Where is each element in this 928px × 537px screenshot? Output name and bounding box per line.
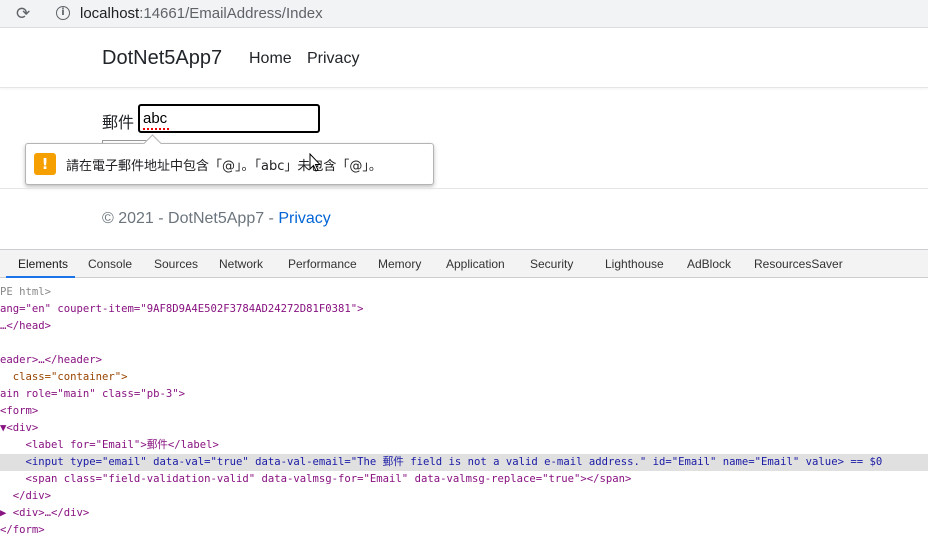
address-bar: ⟳ i localhost:14661/EmailAddress/Index	[0, 0, 928, 28]
dom-line[interactable]: class="container">	[0, 369, 928, 386]
nav-home-link[interactable]: Home	[249, 50, 292, 68]
tab-application[interactable]: Application	[446, 257, 505, 271]
dom-line[interactable]: <label for="Email">郵件</label>	[0, 437, 928, 454]
dom-line[interactable]: ▼<div>	[0, 420, 928, 437]
url-path: :14661/EmailAddress/Index	[139, 4, 323, 22]
devtools-panel: Elements Console Sources Network Perform…	[0, 249, 928, 537]
dom-line[interactable]	[0, 335, 928, 352]
tab-adblock[interactable]: AdBlock	[687, 257, 731, 271]
active-tab-indicator	[6, 276, 75, 278]
validation-message: 請在電子郵件地址中包含「@」。「abc」未包含「@」。	[66, 158, 382, 174]
navbar: DotNet5App7 Home Privacy	[0, 30, 928, 88]
tab-elements[interactable]: Elements	[18, 257, 68, 271]
footer-divider	[0, 188, 928, 189]
reload-icon[interactable]: ⟳	[16, 5, 30, 22]
warning-icon: !	[34, 153, 56, 175]
tab-performance[interactable]: Performance	[288, 257, 357, 271]
devtools-tabbar: Elements Console Sources Network Perform…	[0, 250, 928, 278]
tab-console[interactable]: Console	[88, 257, 132, 271]
tab-sources[interactable]: Sources	[154, 257, 198, 271]
footer-copyright: © 2021 - DotNet5App7 -	[102, 210, 279, 227]
spellcheck-underline	[143, 127, 169, 130]
dom-line[interactable]: </div>	[0, 488, 928, 505]
dom-line[interactable]: <span class="field-validation-valid" dat…	[0, 471, 928, 488]
tab-resourcessaver[interactable]: ResourcesSaver	[754, 257, 843, 271]
dom-line[interactable]: <form>	[0, 403, 928, 420]
info-icon[interactable]: i	[56, 6, 70, 20]
dom-line[interactable]: ain role="main" class="pb-3">	[0, 386, 928, 403]
nav-privacy-link[interactable]: Privacy	[307, 50, 359, 68]
omnibox[interactable]: i localhost:14661/EmailAddress/Index	[44, 0, 928, 26]
dom-tree: PE html> ang="en" coupert-item="9AF8D9A4…	[0, 284, 928, 537]
mouse-cursor-icon	[309, 153, 321, 172]
validation-tooltip: ! 請在電子郵件地址中包含「@」。「abc」未包含「@」。	[25, 143, 434, 185]
tab-memory[interactable]: Memory	[378, 257, 421, 271]
url-host: localhost	[80, 4, 140, 22]
dom-line[interactable]: PE html>	[0, 284, 928, 301]
footer: © 2021 - DotNet5App7 - Privacy	[102, 210, 331, 228]
tab-security[interactable]: Security	[530, 257, 573, 271]
dom-line[interactable]: …</head>	[0, 318, 928, 335]
tab-lighthouse[interactable]: Lighthouse	[605, 257, 664, 271]
dom-line[interactable]: eader>…</header>	[0, 352, 928, 369]
footer-privacy-link[interactable]: Privacy	[278, 210, 330, 227]
email-label: 郵件	[102, 113, 135, 132]
brand-link[interactable]: DotNet5App7	[102, 47, 222, 70]
dom-line-selected[interactable]: <input type="email" data-val="true" data…	[0, 454, 928, 471]
dom-line[interactable]: ang="en" coupert-item="9AF8D9A4E502F3784…	[0, 301, 928, 318]
url-text[interactable]: localhost:14661/EmailAddress/Index	[80, 5, 323, 22]
dom-line[interactable]: </form>	[0, 522, 928, 537]
tab-network[interactable]: Network	[219, 257, 263, 271]
dom-line[interactable]: ▶ <div>…</div>	[0, 505, 928, 522]
